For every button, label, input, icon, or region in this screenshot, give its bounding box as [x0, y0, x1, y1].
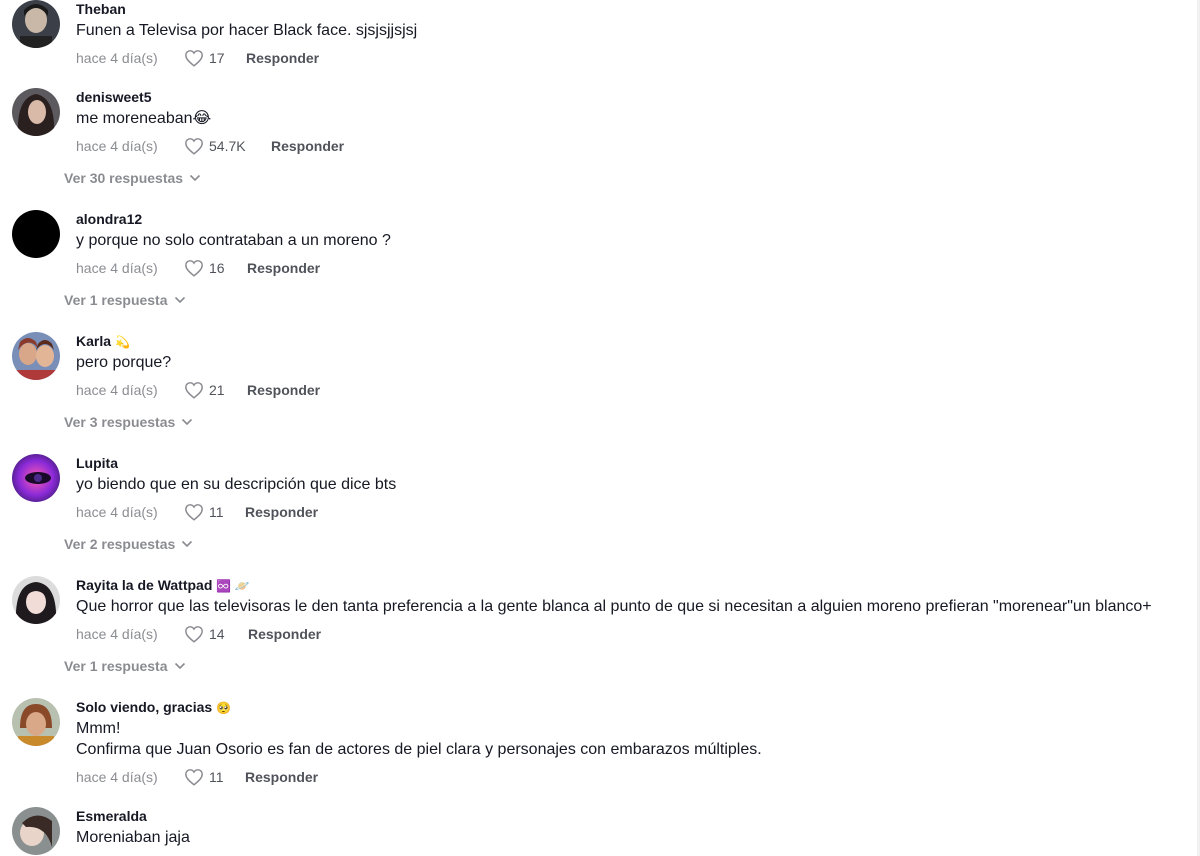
reply-button[interactable]: Responder: [245, 769, 318, 785]
comment-time: hace 4 día(s): [76, 260, 158, 276]
avatar[interactable]: [12, 0, 60, 48]
heart-icon: [185, 138, 203, 155]
comment-time: hace 4 día(s): [76, 50, 158, 66]
avatar[interactable]: [12, 210, 60, 258]
heart-icon: [185, 504, 203, 521]
like-count: 17: [209, 50, 225, 66]
like-button[interactable]: 21: [184, 381, 247, 399]
avatar[interactable]: [12, 576, 60, 624]
heart-icon: [185, 769, 203, 786]
comment-meta: hace 4 día(s) 21 Responder: [76, 380, 320, 400]
like-button[interactable]: 54.7K: [184, 137, 271, 155]
dizzy-emoji-icon: 💫: [115, 335, 130, 350]
comment-meta: hace 4 día(s) 14 Responder: [76, 624, 321, 644]
pleading-face-emoji-icon: 🥺: [216, 701, 232, 716]
view-replies-label: Ver 1 respuesta: [64, 658, 168, 674]
comment-time: hace 4 día(s): [76, 382, 158, 398]
comment-text: yo biendo que en su descripción que dice…: [76, 476, 397, 493]
view-replies-label: Ver 1 respuesta: [64, 292, 168, 308]
like-count: 11: [209, 504, 224, 520]
view-replies-button[interactable]: Ver 3 respuestas: [64, 414, 193, 430]
comment-username[interactable]: Rayita la de Wattpad ♾️ 🪐: [76, 576, 250, 595]
chevron-down-icon: [182, 418, 193, 426]
view-replies-label: Ver 3 respuestas: [64, 414, 176, 430]
like-button[interactable]: 11: [184, 768, 245, 786]
comment-text: Funen a Televisa por hacer Black face. s…: [76, 22, 418, 39]
like-count: 21: [209, 382, 225, 398]
comment-meta: hace 4 día(s) 11 Responder: [76, 767, 318, 787]
reply-button[interactable]: Responder: [271, 138, 344, 154]
comment-meta: hace 4 día(s) 54.7K Responder: [76, 136, 344, 156]
like-button[interactable]: 16: [184, 259, 247, 277]
reply-button[interactable]: Responder: [247, 260, 320, 276]
comment-username[interactable]: alondra12: [76, 210, 142, 228]
like-button[interactable]: 14: [184, 625, 248, 643]
comment-time: hace 4 día(s): [76, 504, 158, 520]
comment-username[interactable]: Solo viendo, gracias 🥺: [76, 698, 231, 717]
like-button[interactable]: 11: [184, 503, 245, 521]
comment-username[interactable]: Lupita: [76, 454, 118, 472]
comment-username-text: Rayita la de Wattpad: [76, 577, 213, 593]
comment-username[interactable]: Theban: [76, 0, 126, 18]
comment-text: y porque no solo contrataban a un moreno…: [76, 232, 391, 249]
reply-button[interactable]: Responder: [245, 504, 318, 520]
reply-button[interactable]: Responder: [246, 50, 319, 66]
comment-username-text: Solo viendo, gracias: [76, 699, 213, 715]
comment-text: pero porque?: [76, 354, 172, 371]
like-count: 14: [209, 626, 225, 642]
comment-text-line-2: Confirma que Juan Osorio es fan de actor…: [76, 741, 762, 758]
comment-meta: hace 4 día(s) 16 Responder: [76, 258, 320, 278]
view-replies-button[interactable]: Ver 30 respuestas: [64, 170, 201, 186]
comment-text: Que horror que las televisoras le den ta…: [76, 598, 1152, 615]
like-count: 11: [209, 769, 224, 785]
comment-meta: hace 4 día(s) 17 Responder: [76, 48, 319, 68]
comment-username-text: Karla: [76, 333, 112, 349]
infinity-saturn-emoji-icon: ♾️ 🪐: [216, 579, 250, 594]
comment-time: hace 4 día(s): [76, 626, 158, 642]
comment-username[interactable]: Esmeralda: [76, 807, 147, 825]
view-replies-button[interactable]: Ver 1 respuesta: [64, 292, 186, 308]
avatar[interactable]: [12, 454, 60, 502]
view-replies-button[interactable]: Ver 2 respuestas: [64, 536, 193, 552]
comment-time: hace 4 día(s): [76, 138, 158, 154]
avatar[interactable]: [12, 807, 60, 855]
reply-button[interactable]: Responder: [248, 626, 321, 642]
comment-username[interactable]: Karla 💫: [76, 332, 130, 351]
comment-text: Moreniaban jaja: [76, 829, 190, 846]
like-count: 16: [209, 260, 225, 276]
heart-icon: [185, 626, 203, 643]
like-count: 54.7K: [209, 138, 246, 154]
comments-panel: Theban Funen a Televisa por hacer Black …: [0, 0, 1200, 856]
heart-icon: [185, 50, 203, 67]
reply-button[interactable]: Responder: [247, 382, 320, 398]
avatar[interactable]: [12, 332, 60, 380]
view-replies-label: Ver 2 respuestas: [64, 536, 176, 552]
comment-text: Mmm!: [76, 720, 121, 737]
chevron-down-icon: [174, 662, 185, 670]
avatar[interactable]: [12, 88, 60, 136]
comment-meta: hace 4 día(s) 11 Responder: [76, 502, 318, 522]
view-replies-button[interactable]: Ver 1 respuesta: [64, 658, 186, 674]
chevron-down-icon: [174, 296, 185, 304]
comment-username[interactable]: denisweet5: [76, 88, 151, 106]
chevron-down-icon: [190, 174, 201, 182]
view-replies-label: Ver 30 respuestas: [64, 170, 184, 186]
heart-icon: [185, 382, 203, 399]
comment-text: me moreneaban😂: [76, 110, 212, 127]
chevron-down-icon: [182, 540, 193, 548]
like-button[interactable]: 17: [184, 49, 246, 67]
comment-time: hace 4 día(s): [76, 769, 158, 785]
avatar[interactable]: [12, 698, 60, 746]
heart-icon: [185, 260, 203, 277]
